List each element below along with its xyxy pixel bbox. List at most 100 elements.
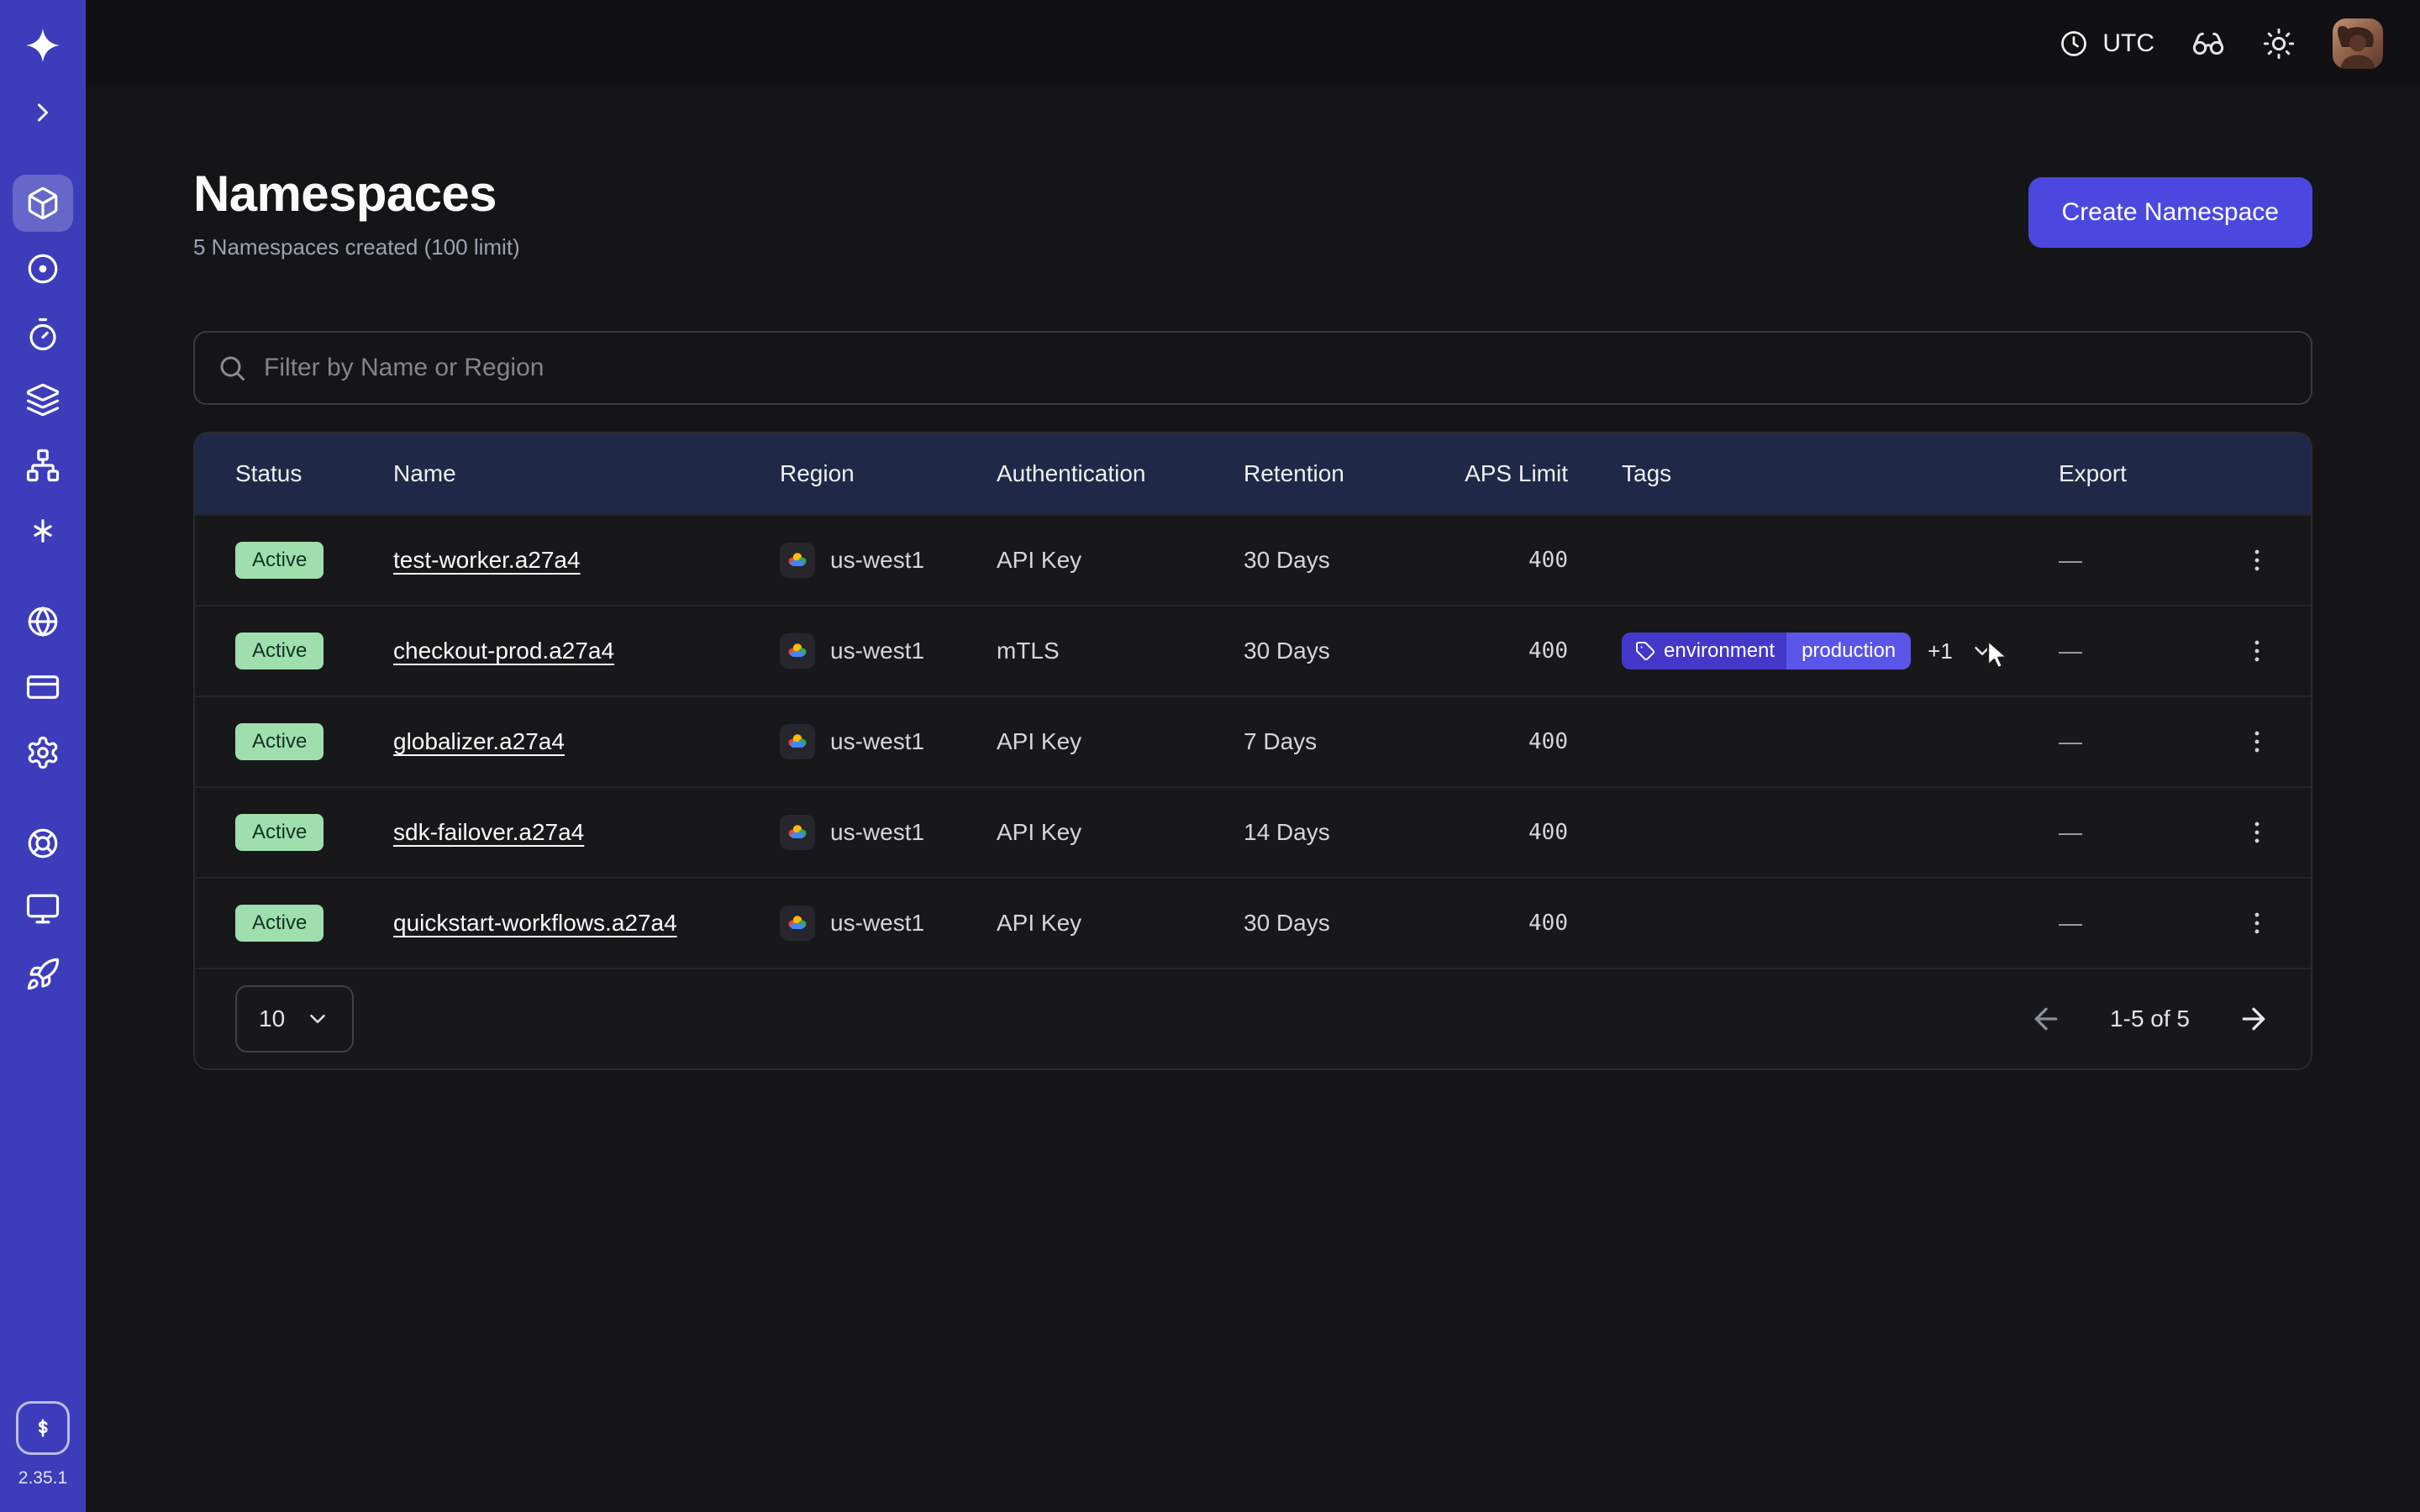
sidebar-item-network[interactable] [13,437,73,494]
chevron-right-icon [28,97,58,128]
row-menu-kebab-button[interactable] [2236,902,2278,944]
topbar: UTC [86,0,2420,87]
tags-expand-chevron[interactable] [1966,635,1998,667]
sun-icon [2262,27,2296,60]
export-cell: — [2059,547,2220,574]
namespaces-table: Status Name Region Authentication Retent… [193,432,2312,1070]
sidebar-item-learn[interactable] [13,880,73,937]
sidebar-item-billing[interactable] [13,659,73,716]
export-cell: — [2059,728,2220,755]
authentication-cell: API Key [997,910,1244,937]
status-badge: Active [235,633,324,669]
status-badge: Active [235,542,324,579]
page-title: Namespaces [193,165,520,223]
filter-searchbar [193,331,2312,405]
region-cell: us-west1 [780,724,997,759]
create-namespace-button[interactable]: Create Namespace [2028,177,2312,248]
region-label: us-west1 [830,638,924,664]
authentication-cell: API Key [997,819,1244,846]
table-row: Active test-worker.a27a4 us-west1 API Ke… [195,514,2311,605]
aps-limit-cell: 400 [1437,729,1588,754]
column-header-name: Name [393,460,780,487]
namespace-link[interactable]: checkout-prod.a27a4 [393,638,614,664]
tags-more-count: +1 [1928,638,1953,664]
circle-dot-icon [25,251,60,286]
sidebar-nav-help [13,815,73,1003]
sidebar-item-namespaces[interactable] [13,175,73,232]
gcp-cloud-icon [780,906,815,941]
sidebar-item-layers[interactable] [13,371,73,428]
table-row: Active globalizer.a27a4 us-west1 API Key… [195,696,2311,786]
row-menu-kebab-button[interactable] [2236,630,2278,672]
column-header-export: Export [2059,460,2220,487]
page-size-value: 10 [259,1005,285,1032]
timezone-label: UTC [2102,29,2154,58]
sidebar-usage-button[interactable] [16,1401,70,1455]
filter-input[interactable] [264,354,2289,382]
sidebar-item-schedules[interactable] [13,306,73,363]
sidebar-item-circle-dot[interactable] [13,240,73,297]
search-icon [217,353,247,383]
page-size-select[interactable]: 10 [235,985,354,1053]
gcp-cloud-icon [780,543,815,578]
monitor-icon [25,891,60,927]
tag-chip[interactable]: environment production [1622,633,1911,669]
arrow-left-icon [2029,1002,2063,1036]
namespace-link[interactable]: sdk-failover.a27a4 [393,819,584,845]
tag-key-label: environment [1664,639,1775,663]
content: Namespaces 5 Namespaces created (100 lim… [86,87,2420,1070]
column-header-retention: Retention [1244,460,1437,487]
tag-value-label: production [1786,633,1911,669]
page-subtitle: 5 Namespaces created (100 limit) [193,234,520,260]
sidebar-item-nexus[interactable] [13,502,73,559]
authentication-cell: mTLS [997,638,1244,664]
sidebar: 2.35.1 [0,0,86,1512]
previous-page-button[interactable] [2029,1002,2063,1036]
region-label: us-west1 [830,910,924,937]
cube-icon [25,186,60,221]
export-cell: — [2059,910,2220,937]
authentication-cell: API Key [997,547,1244,574]
region-label: us-west1 [830,819,924,846]
aps-limit-cell: 400 [1437,548,1588,573]
sidebar-collapse-toggle[interactable] [13,84,73,141]
row-menu-kebab-button[interactable] [2236,811,2278,853]
row-menu-kebab-button[interactable] [2236,539,2278,581]
region-cell: us-west1 [780,633,997,669]
pagination-range: 1-5 of 5 [2110,1005,2190,1032]
next-page-button[interactable] [2237,1002,2270,1036]
sidebar-item-getting-started[interactable] [13,946,73,1003]
row-menu-kebab-button[interactable] [2236,721,2278,763]
status-badge: Active [235,814,324,851]
table-row: Active checkout-prod.a27a4 us-west1 mTLS… [195,605,2311,696]
namespace-link[interactable]: test-worker.a27a4 [393,547,581,573]
region-label: us-west1 [830,547,924,574]
chevron-down-icon [305,1006,330,1032]
namespace-link[interactable]: quickstart-workflows.a27a4 [393,910,677,936]
usage-dollar-icon [29,1414,57,1442]
table-header-row: Status Name Region Authentication Retent… [195,433,2311,514]
column-header-aps-limit: APS Limit [1437,460,1588,487]
user-avatar[interactable] [2333,18,2383,69]
support-lifebuoy-icon [25,826,60,861]
temporal-logo-icon [24,27,61,64]
sidebar-nav-primary [13,175,73,559]
settings-gear-icon [25,735,60,770]
region-label: us-west1 [830,728,924,755]
labs-mode-toggle[interactable] [2191,27,2225,60]
table-footer: 10 1-5 of 5 [195,968,2311,1068]
sidebar-item-settings[interactable] [13,724,73,781]
timezone-selector[interactable]: UTC [2059,29,2154,59]
namespace-link[interactable]: globalizer.a27a4 [393,728,565,754]
sidebar-item-support[interactable] [13,815,73,872]
sidebar-logo[interactable] [13,17,73,74]
gcp-cloud-icon [780,724,815,759]
column-header-region: Region [780,460,997,487]
rocket-icon [25,957,60,992]
network-icon [25,448,60,483]
globe-icon [25,604,60,639]
table-row: Active quickstart-workflows.a27a4 us-wes… [195,877,2311,968]
status-badge: Active [235,905,324,942]
sidebar-item-globe[interactable] [13,593,73,650]
theme-toggle[interactable] [2262,27,2296,60]
